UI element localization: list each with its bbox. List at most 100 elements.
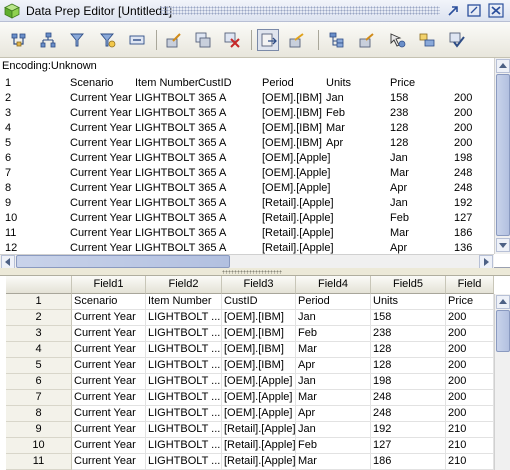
grid-cell[interactable]: [OEM].[Apple] [222,406,296,422]
grid-cell[interactable]: 158 [371,310,446,326]
grid-cell[interactable]: LIGHTBOLT ... [146,342,222,358]
grid-cell[interactable]: [OEM].[Apple] [222,390,296,406]
filter-button[interactable] [66,29,88,51]
table-row[interactable]: 8 Current Year LIGHTBOLT ... [OEM].[Apple] A… [0,406,494,422]
scroll-thumb[interactable] [496,74,510,236]
scroll-thumb[interactable] [16,255,230,268]
grid-cell[interactable]: 192 [371,422,446,438]
grid-cell[interactable]: 200 [446,358,494,374]
grid-cell[interactable]: [Retail].[Apple] [222,422,296,438]
grid-cell[interactable]: Feb [296,326,371,342]
load-button[interactable] [356,29,378,51]
table-row[interactable]: 1 Scenario Item Number CustID Period Units Pri… [0,294,494,310]
scroll-left-arrow[interactable] [1,255,15,269]
grid-cell[interactable]: Apr [296,406,371,422]
row-number-cell[interactable]: 5 [6,358,72,374]
table-row[interactable]: 6 Current Year LIGHTBOLT ... [OEM].[Apple] J… [0,374,494,390]
grid-cell[interactable]: Current Year [72,358,146,374]
grid-column-header[interactable]: Field [446,276,494,294]
grid-vertical-scrollbar[interactable] [494,294,510,470]
grid-cell[interactable]: Current Year [72,342,146,358]
grid-column-header[interactable]: Field5 [371,276,446,294]
grid-cell[interactable]: 210 [446,454,494,470]
grid-cell[interactable]: Current Year [72,326,146,342]
grid-cell[interactable]: 128 [371,358,446,374]
grid-cell[interactable]: [Retail].[Apple] [222,454,296,470]
grid-cell[interactable]: LIGHTBOLT ... [146,454,222,470]
maximize-icon[interactable] [466,3,482,18]
grid-cell[interactable]: Current Year [72,374,146,390]
grid-cell[interactable]: Jan [296,374,371,390]
row-number-cell[interactable]: 11 [6,454,72,470]
table-row[interactable]: 9 Current Year LIGHTBOLT ... [Retail].[Appl… [0,422,494,438]
grid-cell[interactable]: Feb [296,438,371,454]
dimension-build-button[interactable] [326,29,348,51]
grid-cell[interactable]: Scenario [72,294,146,310]
grid-cell[interactable]: [Retail].[Apple] [222,438,296,454]
grid-cell[interactable]: Current Year [72,422,146,438]
grid-column-header[interactable]: Field3 [222,276,296,294]
grid-cell[interactable]: 186 [371,454,446,470]
grid-cell[interactable]: 198 [371,374,446,390]
grid-cell[interactable]: Price [446,294,494,310]
grid-cell[interactable]: LIGHTBOLT ... [146,310,222,326]
close-icon[interactable] [488,3,504,18]
grid-cell[interactable]: Mar [296,390,371,406]
grid-cell[interactable]: [OEM].[IBM] [222,310,296,326]
grid-cell[interactable]: Current Year [72,406,146,422]
row-number-cell[interactable]: 6 [6,374,72,390]
table-row[interactable]: 3 Current Year LIGHTBOLT ... [OEM].[IBM] Feb… [0,326,494,342]
grid-cell[interactable]: Item Number [146,294,222,310]
table-row[interactable]: 2 Current Year LIGHTBOLT ... [OEM].[IBM] Jan… [0,310,494,326]
scroll-down-arrow[interactable] [496,238,510,252]
grid-corner-header[interactable] [6,276,72,294]
grid-cell[interactable]: Current Year [72,438,146,454]
grid-cell[interactable]: [OEM].[IBM] [222,342,296,358]
data-grid-button[interactable] [192,29,214,51]
sort-button[interactable] [96,29,118,51]
scroll-thumb[interactable] [496,310,510,352]
grid-column-header[interactable]: Field1 [72,276,146,294]
grid-cell[interactable]: 248 [371,390,446,406]
delete-rule-button[interactable] [221,29,243,51]
grid-cell[interactable]: Current Year [72,390,146,406]
open-source-button[interactable] [8,29,30,51]
join-button[interactable] [416,29,438,51]
grid-cell[interactable]: LIGHTBOLT ... [146,358,222,374]
row-number-cell[interactable]: 4 [6,342,72,358]
row-number-cell[interactable]: 10 [6,438,72,454]
grid-cell[interactable]: LIGHTBOLT ... [146,374,222,390]
grid-column-header[interactable]: Field2 [146,276,222,294]
preview-vertical-scrollbar[interactable] [494,58,510,254]
grid-cell[interactable]: LIGHTBOLT ... [146,422,222,438]
grid-cell[interactable]: LIGHTBOLT ... [146,406,222,422]
grid-cell[interactable]: Current Year [72,310,146,326]
scroll-up-arrow[interactable] [496,295,510,309]
grid-cell[interactable]: LIGHTBOLT ... [146,438,222,454]
grid-cell[interactable]: Period [296,294,371,310]
scroll-up-arrow[interactable] [496,59,510,73]
row-number-cell[interactable]: 3 [6,326,72,342]
grid-cell[interactable]: 210 [446,438,494,454]
transform-button[interactable] [386,29,408,51]
preview-text-area[interactable]: 1 Scenario Item Number CustID Period Units Pri… [0,74,494,254]
row-number-cell[interactable]: 8 [6,406,72,422]
grid-cell[interactable]: Jan [296,422,371,438]
validate-button[interactable] [446,29,468,51]
grid-cell[interactable]: [OEM].[IBM] [222,358,296,374]
row-number-cell[interactable]: 2 [6,310,72,326]
row-number-cell[interactable]: 9 [6,422,72,438]
table-row[interactable]: 11 Current Year LIGHTBOLT ... [Retail].[App… [0,454,494,470]
grid-cell[interactable]: LIGHTBOLT ... [146,390,222,406]
table-row[interactable]: 7 Current Year LIGHTBOLT ... [OEM].[Apple] M… [0,390,494,406]
grid-cell[interactable]: 238 [371,326,446,342]
row-number-cell[interactable]: 7 [6,390,72,406]
grid-cell[interactable]: 200 [446,326,494,342]
rule-button[interactable] [163,29,185,51]
grid-cell[interactable]: [OEM].[Apple] [222,374,296,390]
grid-cell[interactable]: Current Year [72,454,146,470]
scroll-right-arrow[interactable] [479,255,493,269]
grid-cell[interactable]: 200 [446,342,494,358]
grid-cell[interactable]: Mar [296,454,371,470]
table-row[interactable]: 10 Current Year LIGHTBOLT ... [Retail].[App… [0,438,494,454]
